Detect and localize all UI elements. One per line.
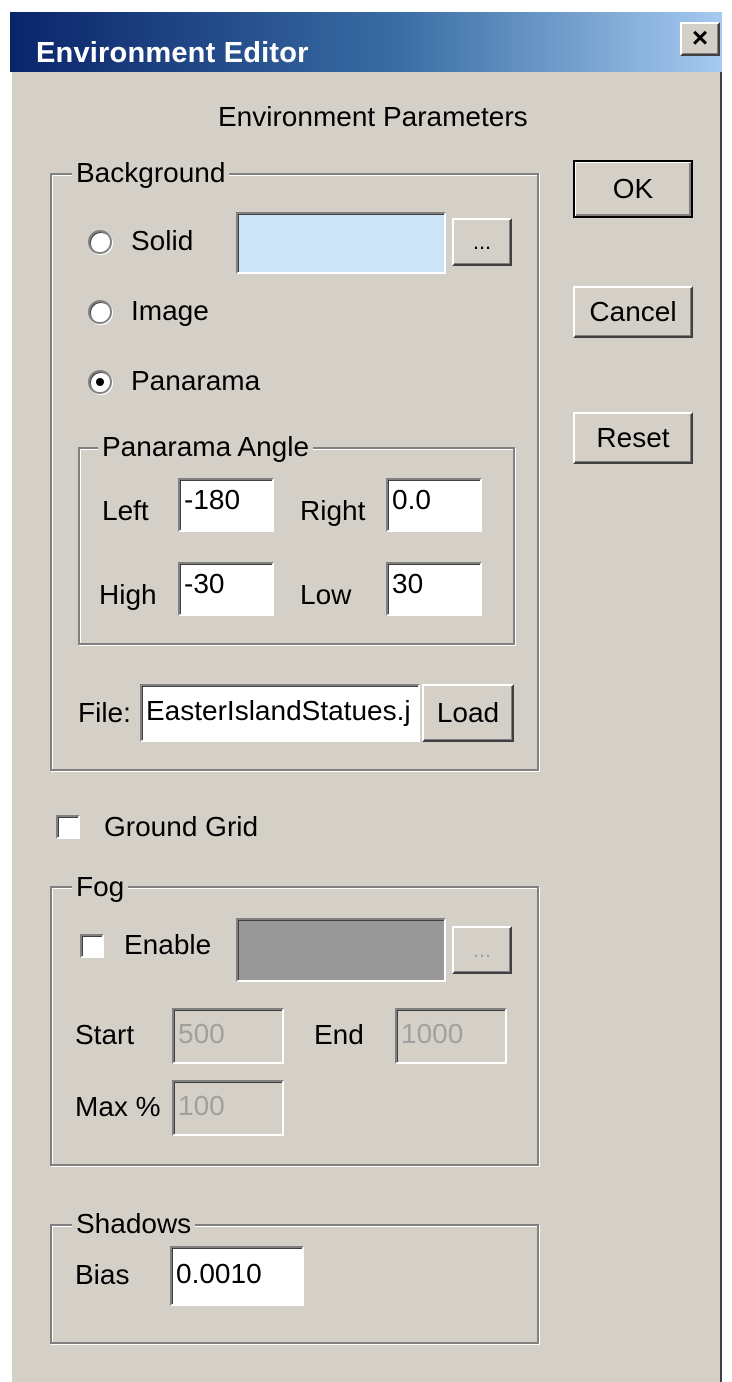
fog-start-label: Start: [75, 1019, 135, 1050]
close-icon: ×: [691, 22, 709, 53]
image-label: Image: [131, 295, 209, 326]
ok-button[interactable]: OK: [573, 160, 693, 218]
panorama-radio[interactable]: [88, 370, 112, 394]
solid-color-browse-button[interactable]: ...: [452, 218, 512, 266]
cancel-button-label: Cancel: [589, 296, 677, 327]
title-bar[interactable]: Environment Editor: [10, 12, 722, 72]
close-button[interactable]: ×: [680, 22, 720, 56]
cancel-button[interactable]: Cancel: [573, 286, 693, 338]
file-input[interactable]: EasterIslandStatues.j: [140, 684, 420, 742]
fog-browse-label: ...: [472, 937, 492, 962]
ok-button-label: OK: [612, 173, 654, 204]
fog-enable-checkbox[interactable]: [80, 934, 104, 958]
left-label: Left: [102, 495, 149, 526]
panorama-label: Panarama: [131, 365, 261, 396]
fog-end-label: End: [314, 1019, 364, 1050]
fog-legend: Fog: [72, 870, 129, 904]
high-label: High: [99, 579, 157, 610]
low-angle-input[interactable]: 30: [386, 562, 482, 616]
image-radio[interactable]: [88, 300, 112, 324]
solid-label: Solid: [131, 225, 194, 256]
file-label: File:: [78, 697, 131, 728]
load-button[interactable]: Load: [422, 684, 514, 742]
fog-end-input[interactable]: 1000: [395, 1008, 507, 1064]
right-angle-input[interactable]: 0.0: [386, 478, 482, 532]
ground-grid-label: Ground Grid: [104, 811, 259, 842]
browse-label: ...: [472, 229, 492, 254]
bias-label: Bias: [75, 1259, 130, 1290]
window-title: Environment Editor: [36, 37, 309, 69]
fog-color-browse-button[interactable]: ...: [452, 926, 512, 974]
bias-input[interactable]: 0.0010: [170, 1246, 304, 1306]
panorama-angle-legend: Panarama Angle: [98, 430, 314, 464]
fog-max-input[interactable]: 100: [172, 1080, 284, 1136]
solid-radio[interactable]: [88, 230, 112, 254]
fog-enable-label: Enable: [124, 929, 212, 960]
ground-grid-checkbox[interactable]: [56, 815, 80, 839]
right-label: Right: [300, 495, 366, 526]
reset-button[interactable]: Reset: [573, 412, 693, 464]
load-button-label: Load: [436, 697, 500, 728]
high-angle-input[interactable]: -30: [178, 562, 274, 616]
solid-color-swatch[interactable]: [236, 212, 446, 274]
reset-button-label: Reset: [596, 422, 670, 453]
left-angle-input[interactable]: -180: [178, 478, 274, 532]
low-label: Low: [300, 579, 352, 610]
fog-color-swatch[interactable]: [236, 918, 446, 982]
fog-start-input[interactable]: 500: [172, 1008, 284, 1064]
fog-max-label: Max %: [75, 1091, 161, 1122]
section-header: Environment Parameters: [218, 101, 528, 132]
shadows-legend: Shadows: [72, 1207, 196, 1241]
background-legend: Background: [72, 156, 230, 190]
